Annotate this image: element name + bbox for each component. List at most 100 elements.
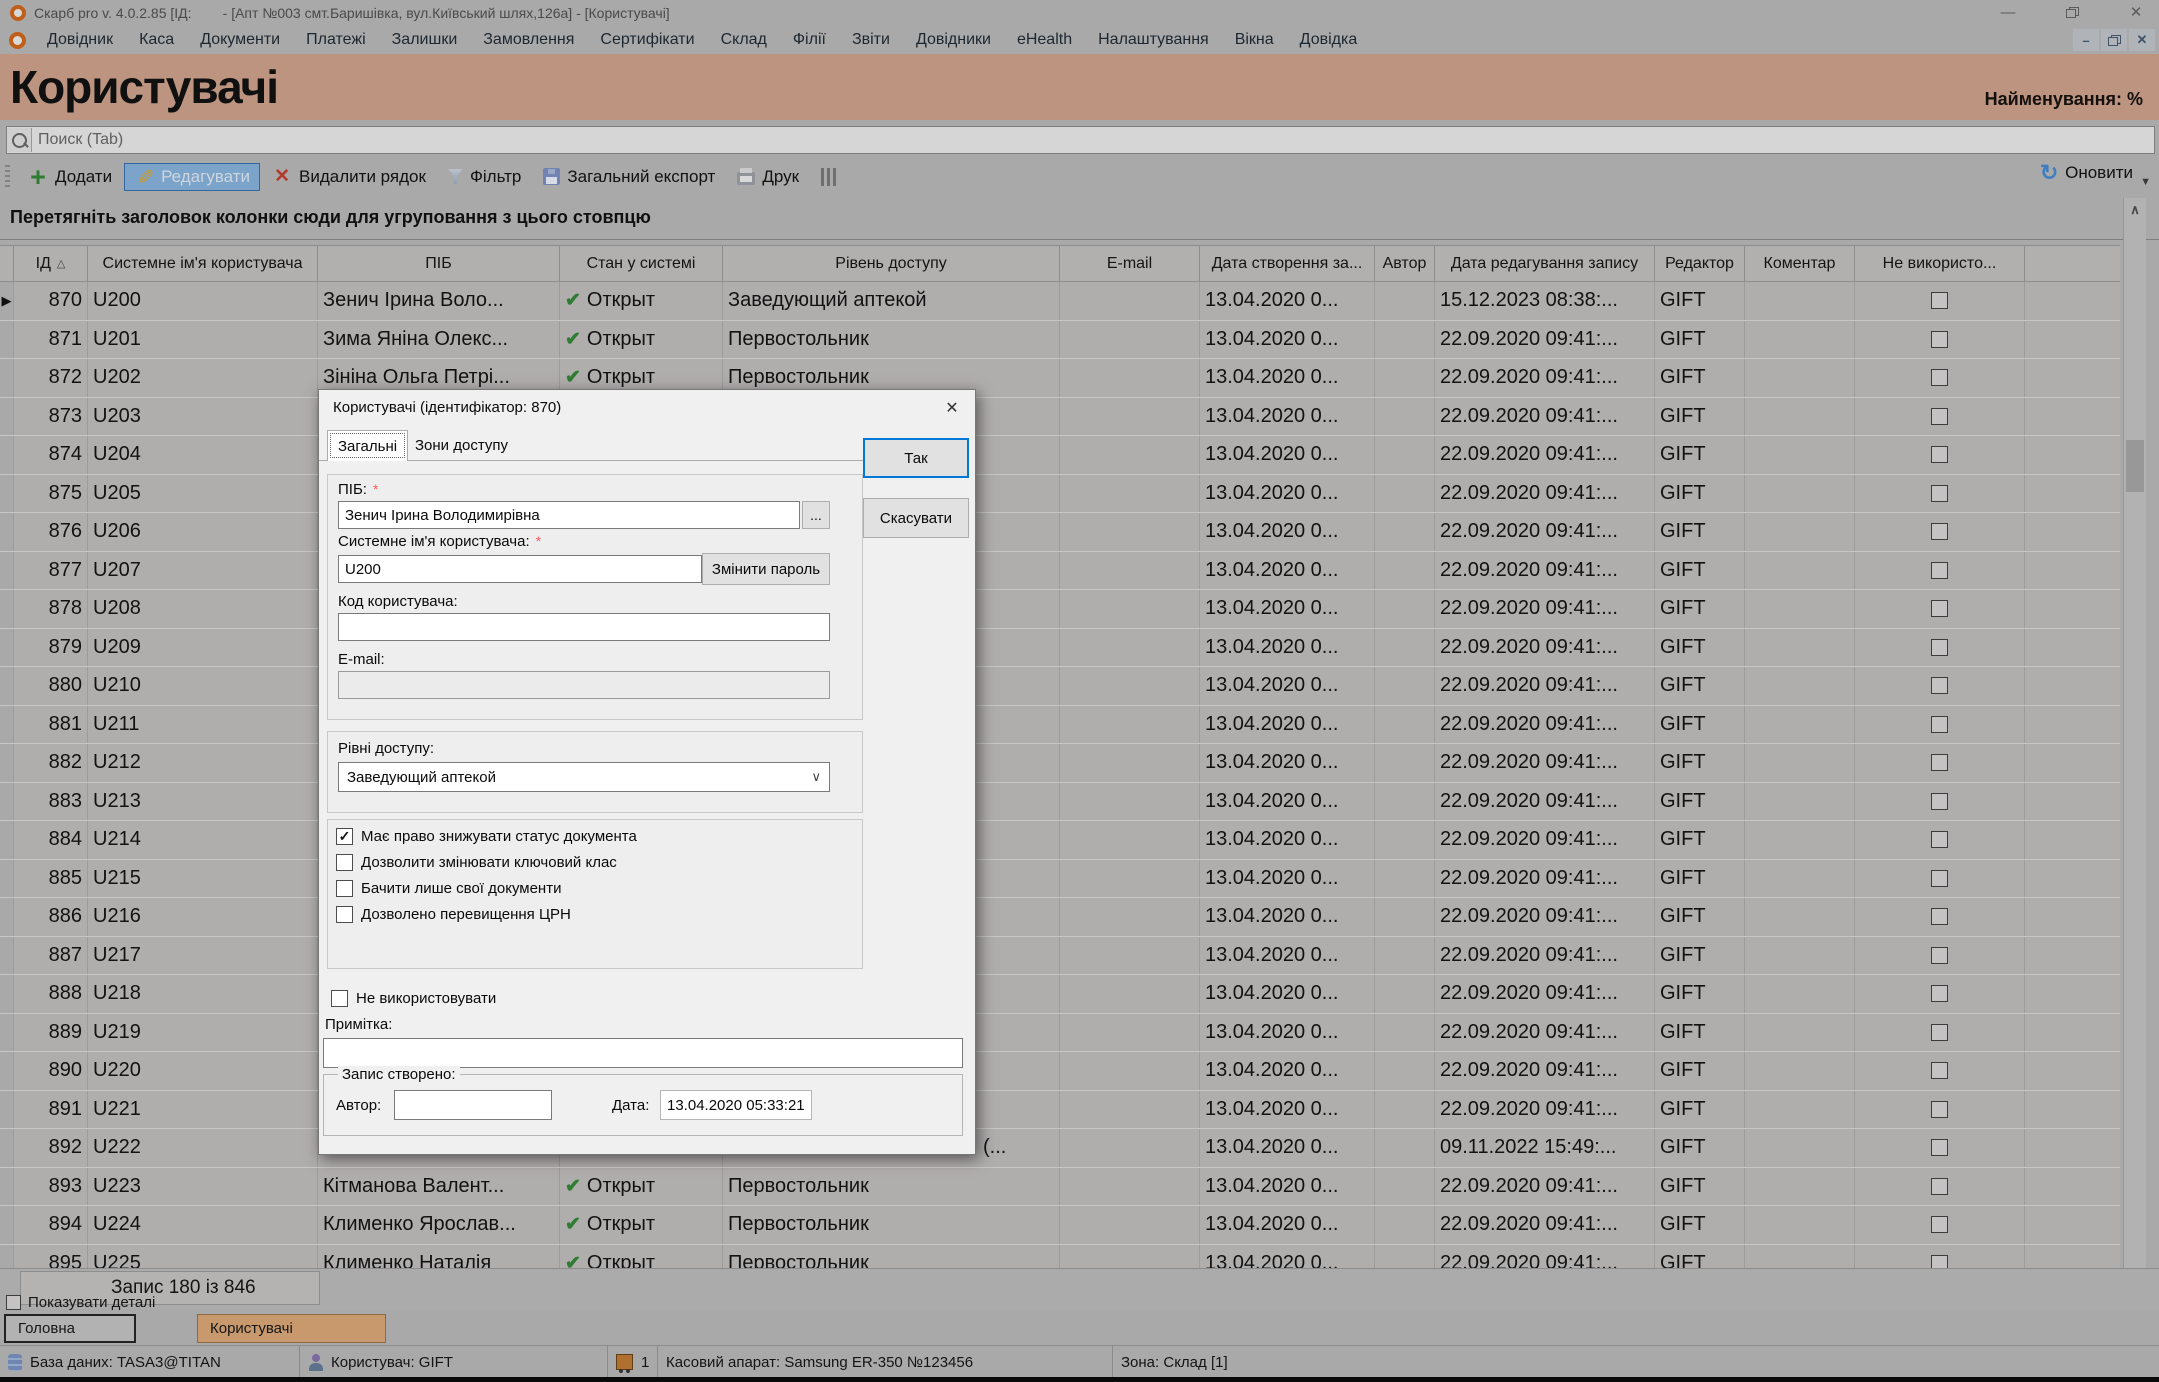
toolbar-button-plus[interactable]: Додати [18, 163, 122, 191]
not-used-checkbox[interactable] [1931, 408, 1948, 425]
menu-item-11[interactable]: eHealth [1006, 29, 1083, 51]
child-close-icon[interactable]: ✕ [2129, 29, 2155, 51]
vertical-scrollbar[interactable]: ∧ [2123, 198, 2146, 1268]
column-header-edited[interactable]: Дата редагування запису [1435, 246, 1655, 281]
pib-input[interactable] [338, 501, 800, 529]
sysname-input[interactable] [338, 555, 702, 583]
table-row[interactable]: 894U224Клименко Ярослав...✔ОткрытПервост… [0, 1206, 2120, 1245]
pib-lookup-button[interactable]: ... [802, 501, 830, 529]
toolbar-overflow-icon[interactable]: ▼ [2140, 176, 2151, 188]
not-used-checkbox[interactable] [1931, 369, 1948, 386]
not-used-checkbox[interactable] [1931, 639, 1948, 656]
search-input[interactable] [32, 131, 2154, 149]
note-input[interactable] [323, 1038, 963, 1068]
show-details-checkbox[interactable] [6, 1295, 21, 1310]
not-use-row[interactable]: Не використовувати [331, 990, 496, 1007]
permission-row-3[interactable]: Дозволено перевищення ЦРН [336, 906, 571, 923]
column-header-author[interactable]: Автор [1375, 246, 1435, 281]
dialog-title-bar[interactable]: Користувачі (ідентифікатор: 870) [319, 390, 975, 426]
not-used-checkbox[interactable] [1931, 562, 1948, 579]
not-used-checkbox[interactable] [1931, 870, 1948, 887]
scroll-up-icon[interactable]: ∧ [2124, 198, 2146, 222]
scrollbar-thumb[interactable] [2126, 440, 2144, 492]
table-row[interactable]: 895U225Клименко Наталія✔ОткрытПервостоль… [0, 1245, 2120, 1269]
child-minimize-icon[interactable]: – [2073, 29, 2099, 51]
user-code-input[interactable] [338, 613, 830, 641]
menu-item-14[interactable]: Довідка [1289, 29, 1369, 51]
not-used-checkbox[interactable] [1931, 331, 1948, 348]
not-used-checkbox[interactable] [1931, 908, 1948, 925]
not-used-checkbox[interactable] [1931, 1101, 1948, 1118]
column-header-id[interactable]: ІД△ [14, 246, 88, 281]
menu-item-6[interactable]: Сертифікати [589, 29, 705, 51]
minimize-icon[interactable]: — [1995, 2, 2021, 22]
table-row[interactable]: ▶870U200Зенич Ірина Воло...✔ОткрытЗаведу… [0, 282, 2120, 321]
not-used-checkbox[interactable] [1931, 1024, 1948, 1041]
permission-checkbox-3[interactable] [336, 906, 353, 923]
column-header-sysname[interactable]: Системне ім'я користувача [88, 246, 318, 281]
column-header-pib[interactable]: ПІБ [318, 246, 560, 281]
not-used-checkbox[interactable] [1931, 1216, 1948, 1233]
tab-general[interactable]: Загальні [327, 430, 408, 461]
toolbar-grip[interactable] [5, 165, 10, 189]
not-used-checkbox[interactable] [1931, 947, 1948, 964]
menu-item-8[interactable]: Філії [782, 29, 837, 51]
not-used-checkbox[interactable] [1931, 600, 1948, 617]
column-header-state[interactable]: Стан у системі [560, 246, 723, 281]
column-header-email[interactable]: E-mail [1060, 246, 1200, 281]
permission-checkbox-1[interactable] [336, 854, 353, 871]
not-used-checkbox[interactable] [1931, 793, 1948, 810]
menu-item-1[interactable]: Каса [128, 29, 185, 51]
menu-item-12[interactable]: Налаштування [1087, 29, 1220, 51]
not-used-checkbox[interactable] [1931, 1139, 1948, 1156]
menu-item-5[interactable]: Замовлення [472, 29, 585, 51]
window-tab-home[interactable]: Головна [4, 1314, 136, 1343]
restore-icon[interactable] [2059, 2, 2085, 22]
not-used-checkbox[interactable] [1931, 292, 1948, 309]
window-tab-current[interactable]: Користувачі [197, 1314, 386, 1343]
author-input[interactable] [394, 1090, 552, 1120]
search-button[interactable] [7, 128, 32, 152]
permission-checkbox-2[interactable] [336, 880, 353, 897]
menu-item-4[interactable]: Залишки [381, 29, 469, 51]
not-used-checkbox[interactable] [1931, 1255, 1948, 1268]
refresh-button[interactable]: Оновити [2039, 163, 2133, 183]
not-used-checkbox[interactable] [1931, 985, 1948, 1002]
tab-access-zones[interactable]: Зони доступу [404, 430, 519, 461]
toolbar-button-columns[interactable] [811, 164, 847, 190]
permission-checkbox-0[interactable]: ✓ [336, 828, 353, 845]
close-icon[interactable]: ✕ [2123, 2, 2149, 22]
not-used-checkbox[interactable] [1931, 446, 1948, 463]
toolbar-button-export[interactable]: Загальний експорт [533, 163, 725, 191]
permission-row-2[interactable]: Бачити лише свої документи [336, 880, 561, 897]
menu-item-13[interactable]: Вікна [1224, 29, 1285, 51]
toolbar-button-pencil[interactable]: Редагувати [124, 163, 260, 191]
column-header-comment[interactable]: Коментар [1745, 246, 1855, 281]
groupby-bar[interactable]: Перетягніть заголовок колонки сюди для у… [0, 195, 2159, 240]
menu-item-9[interactable]: Звіти [841, 29, 901, 51]
permission-row-1[interactable]: Дозволити змінювати ключовий клас [336, 854, 617, 871]
cancel-button[interactable]: Скасувати [863, 498, 969, 538]
not-used-checkbox[interactable] [1931, 1062, 1948, 1079]
column-header-editor[interactable]: Редактор [1655, 246, 1745, 281]
column-header-created[interactable]: Дата створення за... [1200, 246, 1375, 281]
levels-select[interactable]: Заведующий аптекой ∨ [338, 762, 830, 792]
not-used-checkbox[interactable] [1931, 485, 1948, 502]
not-used-checkbox[interactable] [1931, 754, 1948, 771]
menu-item-0[interactable]: Довідник [36, 29, 124, 51]
column-header-notused[interactable]: Не використо... [1855, 246, 2025, 281]
child-restore-icon[interactable] [2101, 29, 2127, 51]
ok-button[interactable]: Так [863, 438, 969, 478]
toolbar-button-filter[interactable]: Фільтр [438, 163, 531, 191]
toolbar-button-delete[interactable]: Видалити рядок [262, 163, 436, 191]
menu-item-7[interactable]: Склад [710, 29, 778, 51]
change-password-button[interactable]: Змінити пароль [702, 553, 830, 585]
not-used-checkbox[interactable] [1931, 716, 1948, 733]
not-used-checkbox[interactable] [1931, 1178, 1948, 1195]
dialog-close-icon[interactable]: ✕ [941, 397, 963, 419]
menu-item-10[interactable]: Довідники [905, 29, 1002, 51]
table-row[interactable]: 893U223Кітманова Валент...✔ОткрытПервост… [0, 1168, 2120, 1207]
not-used-checkbox[interactable] [1931, 523, 1948, 540]
not-used-checkbox[interactable] [1931, 677, 1948, 694]
toolbar-button-print[interactable]: Друк [727, 163, 809, 191]
